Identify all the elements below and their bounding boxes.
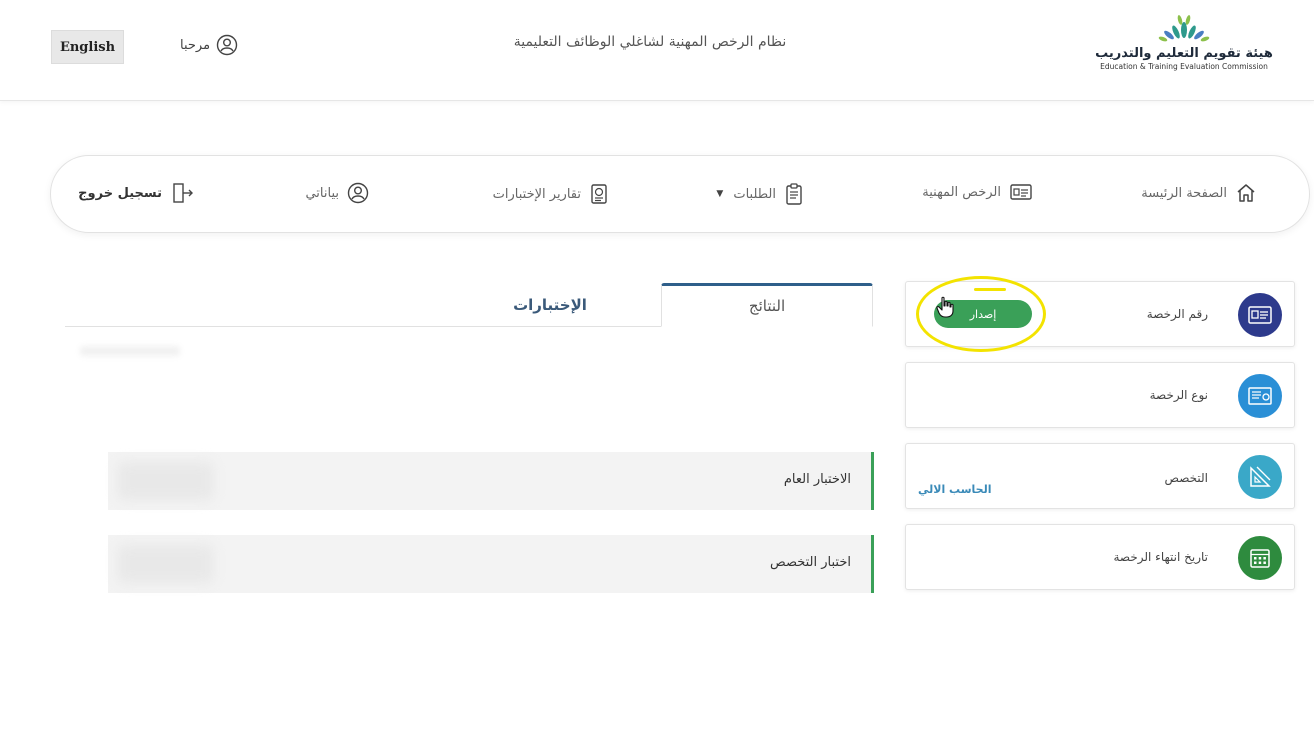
caret-down-icon: ▼ <box>716 189 724 199</box>
nav-my-data-label: بياناتي <box>305 185 339 201</box>
expiry-date-label: تاريخ انتهاء الرخصة <box>1113 550 1209 564</box>
nav-test-reports[interactable]: تقارير الإختبارات <box>493 182 609 206</box>
nav-requests-dropdown[interactable]: الطلبات ▼ <box>716 182 804 206</box>
report-icon <box>591 184 607 204</box>
welcome-user[interactable]: مرحبا <box>180 34 238 56</box>
specialization-test-label: اختبار التخصص <box>770 555 851 570</box>
calendar-icon <box>1238 536 1282 580</box>
nav-home[interactable]: الصفحة الرئيسة <box>1141 182 1257 204</box>
license-card-icon <box>1010 184 1032 200</box>
general-test-row: الاختبار العام <box>108 452 874 510</box>
main-nav: الصفحة الرئيسة الرخص المهنية الطلبات ▼ ت… <box>50 155 1310 233</box>
header: هيئة تقويم التعليم والتدريب Education & … <box>0 0 1314 101</box>
nav-home-label: الصفحة الرئيسة <box>1141 185 1227 201</box>
clipboard-icon <box>786 183 802 205</box>
specialization-card: التخصص الحاسب الالي <box>905 443 1295 509</box>
user-circle-icon <box>347 182 369 204</box>
certificate-icon <box>1238 374 1282 418</box>
language-toggle-button[interactable]: English <box>51 30 124 64</box>
license-number-label: رقم الرخصة <box>1146 307 1208 321</box>
specialization-test-row: اختبار التخصص <box>108 535 874 593</box>
specialization-value: الحاسب الالي <box>918 483 992 496</box>
nav-my-data[interactable]: بياناتي <box>305 182 369 204</box>
logout-door-icon <box>173 183 193 203</box>
nav-logout-label: تسجيل خروج <box>78 185 162 201</box>
user-circle-icon <box>216 34 238 56</box>
logo-english-text: Education & Training Evaluation Commissi… <box>1100 62 1268 71</box>
system-title: نظام الرخص المهنية لشاغلي الوظائف التعلي… <box>513 34 787 50</box>
tab-tests[interactable]: الإختبارات <box>440 283 660 327</box>
tab-results[interactable]: النتائج <box>661 283 873 327</box>
id-card-icon <box>1238 293 1282 337</box>
blurred-text <box>80 346 180 356</box>
ruler-triangle-icon <box>1238 455 1282 499</box>
general-test-label: الاختبار العام <box>783 472 851 487</box>
specialization-label: التخصص <box>1164 471 1208 485</box>
license-type-label: نوع الرخصة <box>1149 388 1208 402</box>
nav-licenses[interactable]: الرخص المهنية <box>922 182 1033 202</box>
welcome-label: مرحبا <box>180 37 211 53</box>
nav-requests-label: الطلبات <box>733 186 776 202</box>
hand-cursor-icon <box>936 296 954 318</box>
logo-leaves-icon <box>1158 15 1210 42</box>
blurred-score <box>118 462 213 500</box>
nav-logout[interactable]: تسجيل خروج <box>78 182 194 204</box>
home-icon <box>1237 184 1255 202</box>
etec-logo: هيئة تقويم التعليم والتدريب Education & … <box>1094 12 1274 84</box>
nav-licenses-label: الرخص المهنية <box>922 184 1001 200</box>
expiry-date-card: تاريخ انتهاء الرخصة <box>905 524 1295 590</box>
highlight-mark <box>974 288 1006 291</box>
nav-test-reports-label: تقارير الإختبارات <box>492 186 581 202</box>
license-number-card: رقم الرخصة إصدار <box>905 276 1295 352</box>
license-type-card: نوع الرخصة <box>905 362 1295 428</box>
blurred-score <box>118 545 213 583</box>
logo-arabic-text: هيئة تقويم التعليم والتدريب <box>1095 46 1273 61</box>
